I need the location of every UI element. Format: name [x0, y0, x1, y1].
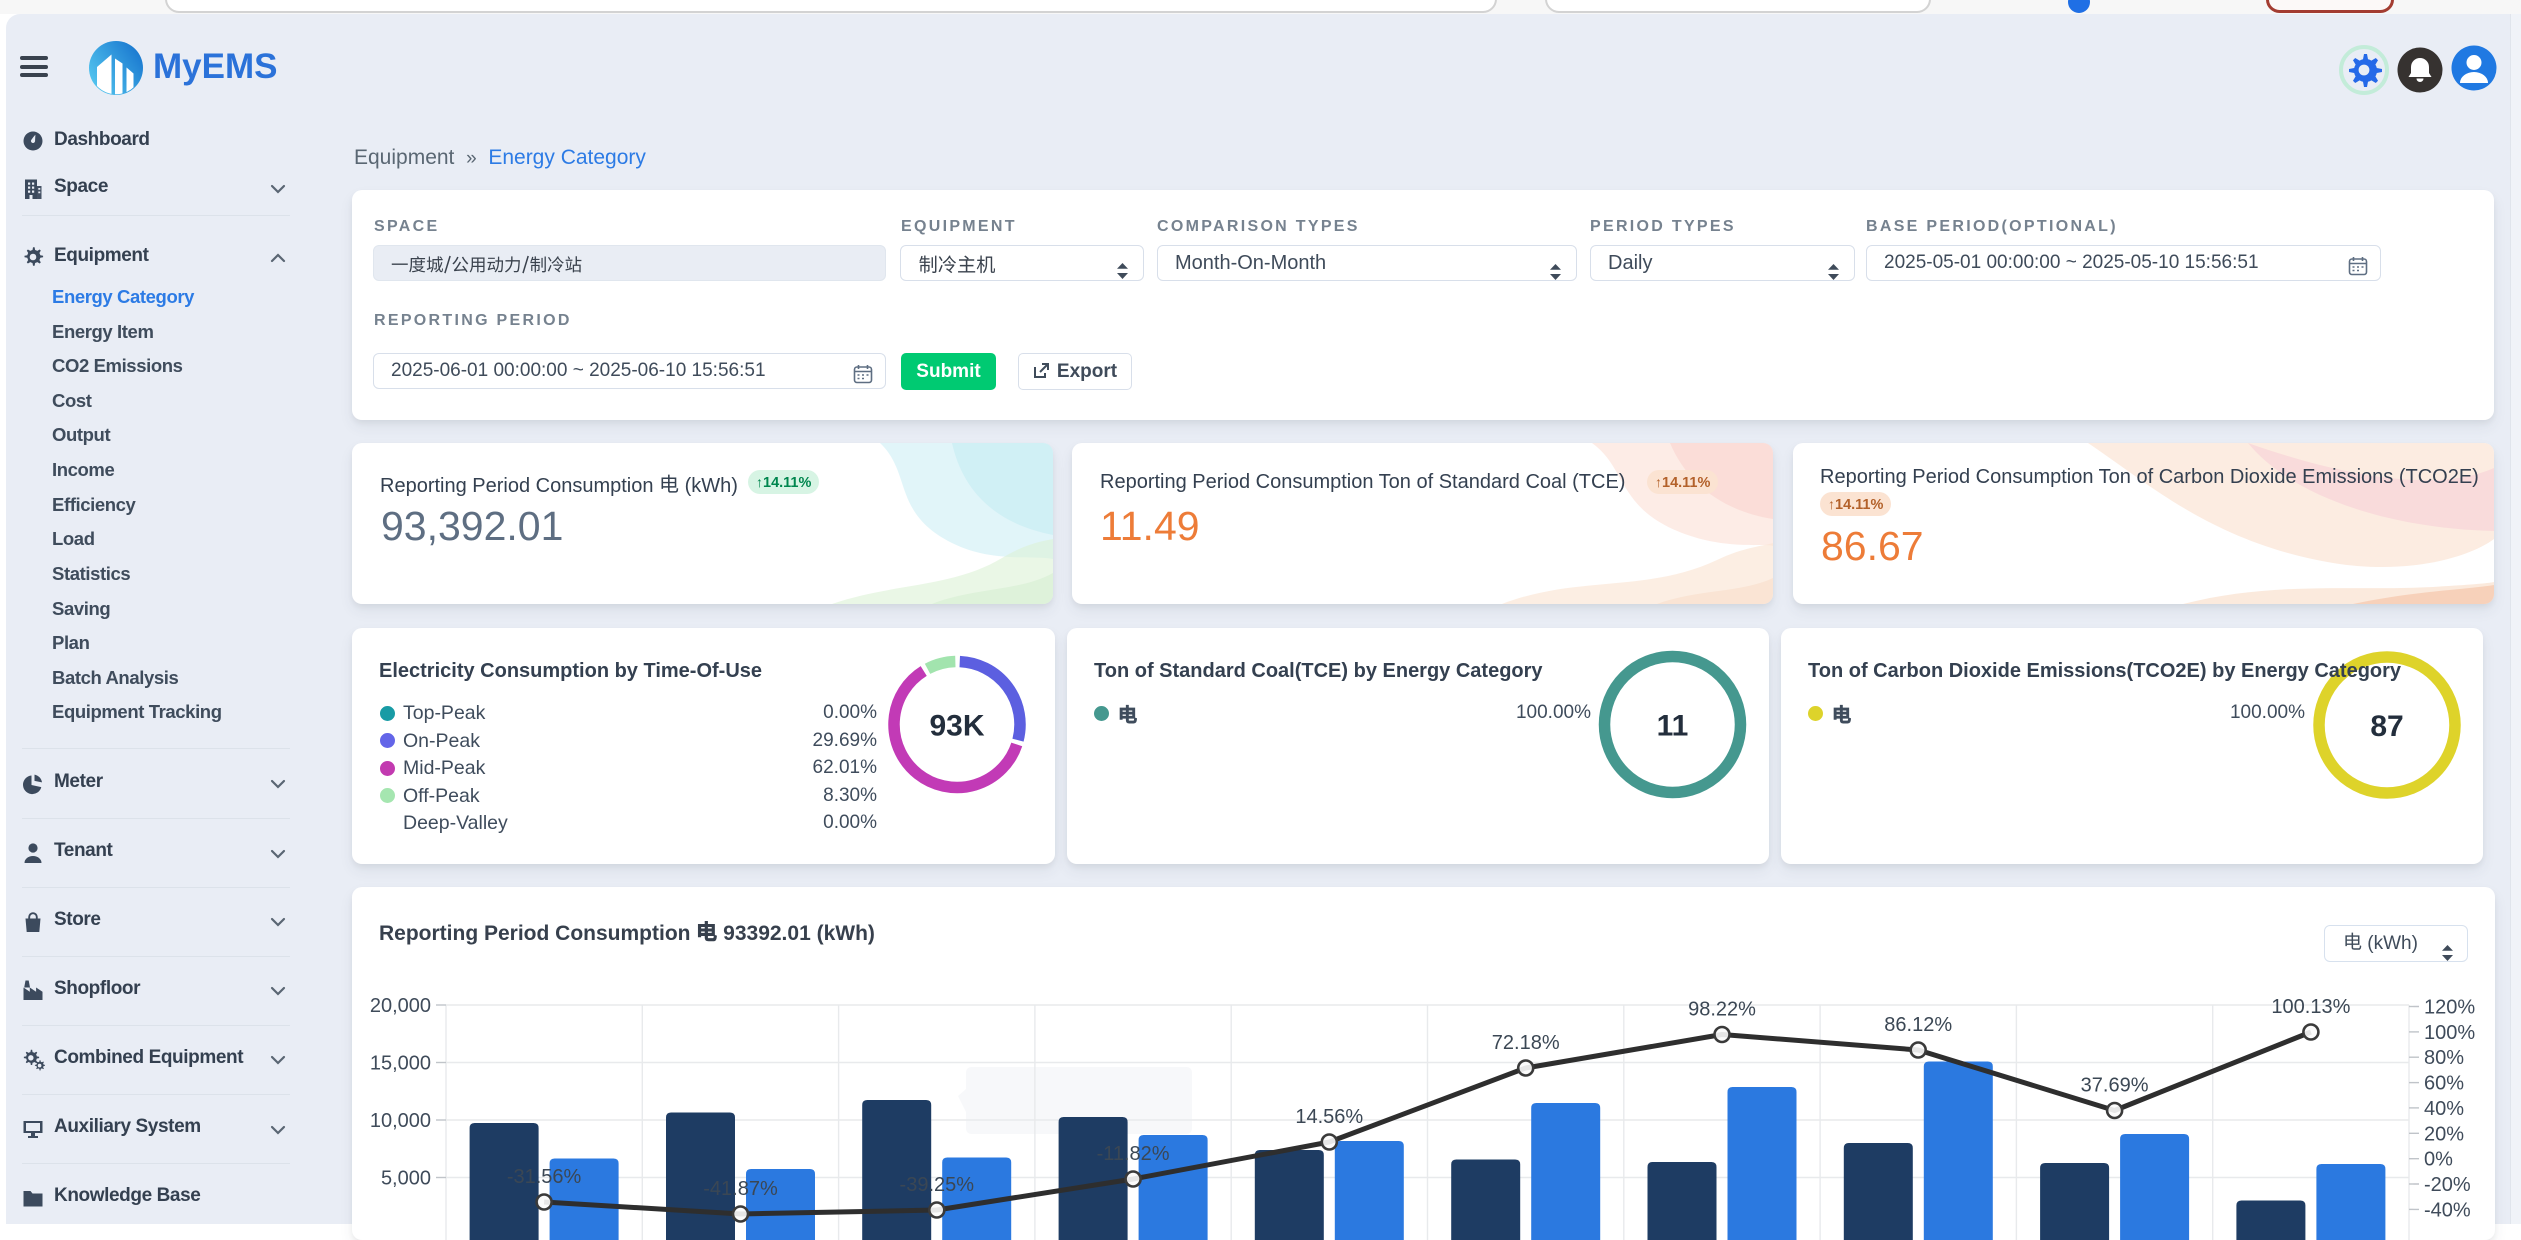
svg-text:15,000: 15,000 — [370, 1053, 431, 1075]
svg-text:0%: 0% — [2424, 1149, 2453, 1171]
svg-text:80%: 80% — [2424, 1047, 2464, 1069]
svg-text:20%: 20% — [2424, 1123, 2464, 1145]
svg-text:60%: 60% — [2424, 1073, 2464, 1095]
svg-text:37.69%: 37.69% — [2081, 1075, 2149, 1097]
svg-text:-41.87%: -41.87% — [703, 1178, 778, 1200]
svg-text:-31.56%: -31.56% — [507, 1166, 582, 1188]
svg-text:14.56%: 14.56% — [1295, 1106, 1363, 1128]
svg-text:5,000: 5,000 — [381, 1168, 431, 1190]
svg-text:120%: 120% — [2424, 997, 2475, 1019]
svg-text:93K: 93K — [929, 710, 984, 743]
svg-text:100.13%: 100.13% — [2271, 996, 2350, 1018]
svg-text:-20%: -20% — [2424, 1174, 2471, 1196]
svg-text:40%: 40% — [2424, 1098, 2464, 1120]
svg-text:20,000: 20,000 — [370, 995, 431, 1017]
svg-text:11: 11 — [1657, 710, 1689, 743]
svg-text:-39.25%: -39.25% — [900, 1174, 975, 1196]
svg-text:72.18%: 72.18% — [1492, 1032, 1560, 1054]
svg-text:-40%: -40% — [2424, 1199, 2471, 1221]
svg-text:86.12%: 86.12% — [1884, 1014, 1952, 1036]
svg-text:100%: 100% — [2424, 1022, 2475, 1044]
svg-text:10,000: 10,000 — [370, 1110, 431, 1132]
svg-text:-11.82%: -11.82% — [1097, 1143, 1170, 1165]
svg-text:87: 87 — [2370, 710, 2403, 743]
svg-text:98.22%: 98.22% — [1688, 999, 1756, 1021]
